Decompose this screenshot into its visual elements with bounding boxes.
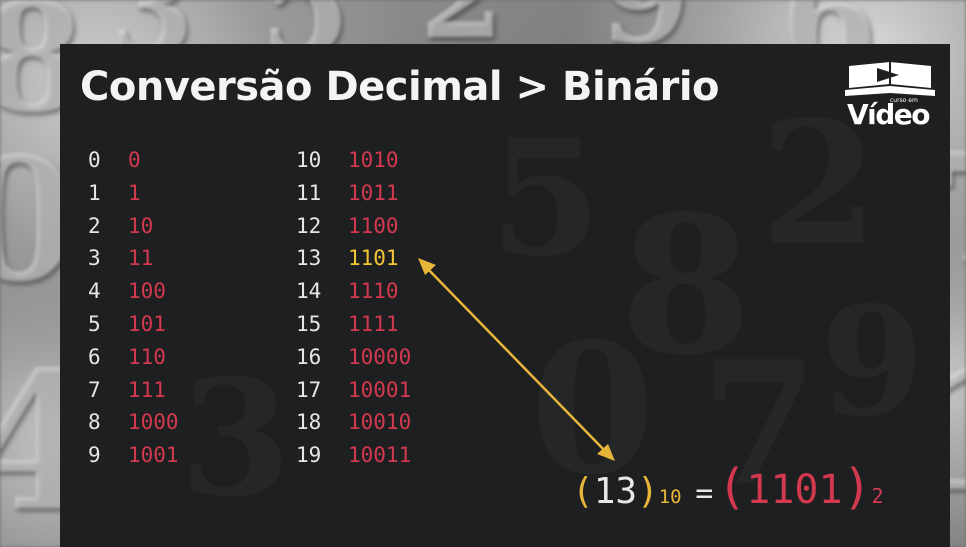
- formula-decimal-base: 10: [658, 486, 682, 508]
- formula-binary-value: 1101: [746, 467, 843, 513]
- formula-equals: =: [695, 476, 714, 511]
- formula-binary-base: 2: [871, 484, 884, 508]
- conversion-formula: (13)10 =(1101)2: [572, 459, 884, 515]
- formula-binary-open-paren: (: [717, 459, 747, 515]
- formula-decimal-value: 13: [593, 471, 638, 512]
- formula-close-paren: ): [637, 471, 659, 512]
- formula-open-paren: (: [572, 471, 594, 512]
- formula-binary-close-paren: ): [842, 459, 872, 515]
- slide: 5 8 2 0 7 3 9 Conversão Decimal > Binári…: [60, 44, 950, 547]
